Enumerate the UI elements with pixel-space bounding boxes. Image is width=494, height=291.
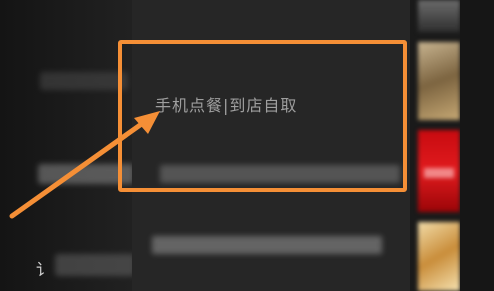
arrow-icon bbox=[9, 111, 160, 219]
screenshot: 讠 手机点餐|到店自取 bbox=[0, 0, 494, 291]
